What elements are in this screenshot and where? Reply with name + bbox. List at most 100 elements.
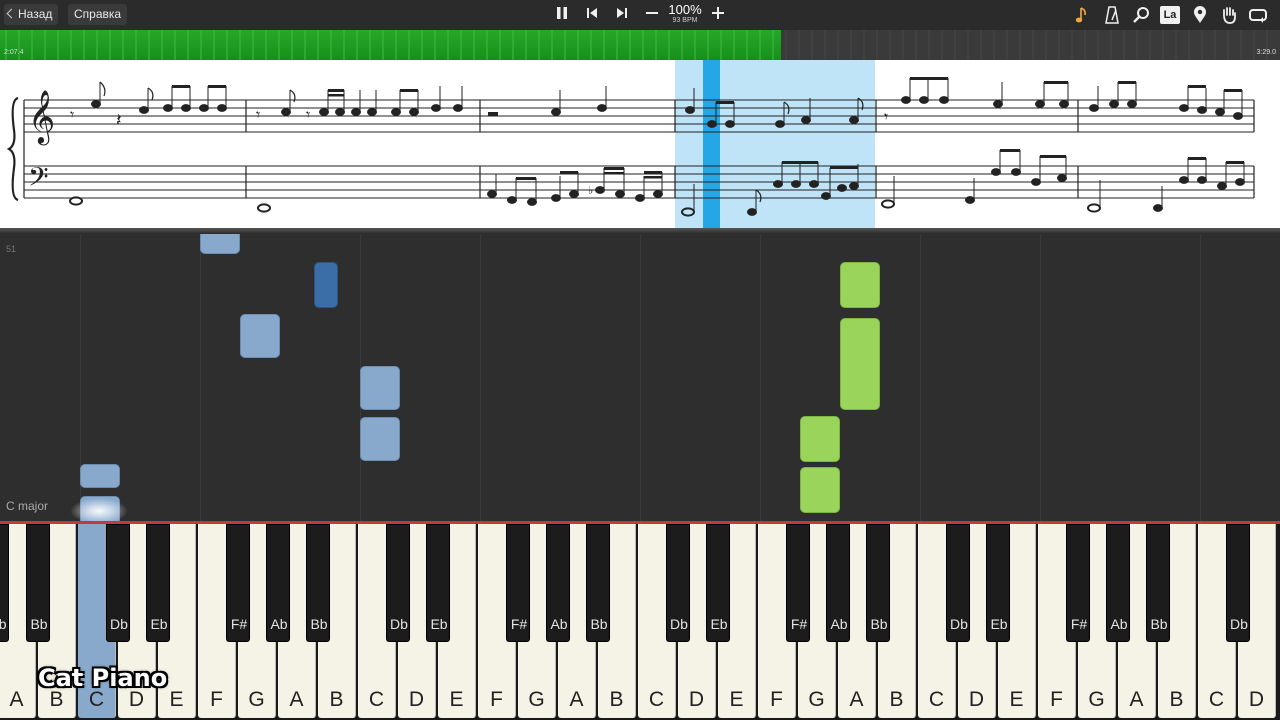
black-key[interactable]: Db [946,524,970,642]
black-key[interactable]: Eb [426,524,450,642]
black-key[interactable]: Bb [866,524,890,642]
black-key-label: Db [110,616,128,632]
black-key-label: Db [1230,616,1248,632]
elapsed-time: 2:07.4 [4,49,24,56]
svg-text:𝄾: 𝄾 [884,109,888,126]
svg-text:𝄾: 𝄾 [70,107,74,124]
back-button[interactable]: Назад [4,4,59,25]
magnifier-icon[interactable] [1131,6,1151,24]
loop-icon[interactable] [1248,6,1268,24]
black-key-label: Eb [710,616,728,632]
sheet-music[interactable]: 𝄞 𝄢 𝄾 𝄽 𝄾 𝄾 𝄾 ♭ [0,60,1280,230]
note-icon[interactable] [1072,6,1092,24]
pin-icon[interactable] [1190,6,1210,24]
black-key[interactable]: Eb [986,524,1010,642]
white-key-label: G [808,688,825,711]
black-key-label: Eb [990,616,1008,632]
black-key[interactable]: F# [226,524,250,642]
black-key[interactable]: Ab [826,524,850,642]
white-key-label: G [528,688,545,711]
black-key[interactable]: Db [666,524,690,642]
white-key-label: D [408,688,425,711]
white-key-label: B [1169,688,1184,711]
speed-percent: 100% [668,2,702,17]
black-key[interactable]: F# [1066,524,1090,642]
falling-note [800,467,840,513]
white-key-label: E [449,688,464,711]
label-icon[interactable]: La [1160,6,1180,24]
white-key-label: G [1088,688,1105,711]
hand-icon[interactable] [1219,6,1239,24]
progress-ticks-overlay [5,30,774,60]
falling-note [800,416,840,462]
toolbar: Назад Справка 100% 93 BPM La [0,0,1280,30]
black-key[interactable]: Eb [146,524,170,642]
black-key[interactable]: Ab [546,524,570,642]
white-key-label: F [1050,688,1063,711]
white-key-label: D [688,688,705,711]
falling-note [240,314,280,358]
plus-icon[interactable] [708,6,728,24]
minus-icon[interactable] [642,6,662,24]
black-key-label: Bb [30,616,48,632]
black-key[interactable]: Db [386,524,410,642]
white-key-label: B [329,688,344,711]
white-key-label: D [968,688,985,711]
black-key-label: Bb [590,616,608,632]
grid-line [640,234,641,522]
white-key-label: F [210,688,223,711]
black-key[interactable]: Ab [266,524,290,642]
metronome-icon[interactable] [1102,6,1122,24]
black-key[interactable]: F# [506,524,530,642]
black-key-label: Ab [830,616,848,632]
white-key-label: D [1248,688,1265,711]
black-key[interactable]: Ab [1106,524,1130,642]
progress-bar[interactable]: 2:07.4 3:29.0 [0,30,1280,60]
skip-back-icon[interactable] [582,6,602,24]
white-key-label: F [770,688,783,711]
black-key[interactable]: Bb [586,524,610,642]
falling-note [80,464,120,488]
black-key-label: Eb [430,616,448,632]
svg-text:𝄾: 𝄾 [306,107,310,124]
grid-line [1040,234,1041,522]
black-key[interactable]: Eb [706,524,730,642]
black-key[interactable]: Bb [0,524,9,642]
brace [6,96,19,202]
black-key[interactable]: Bb [306,524,330,642]
skip-forward-icon[interactable] [612,6,632,24]
black-key[interactable]: Db [1226,524,1250,642]
barlines [23,100,1255,198]
bass-staff [24,165,1254,199]
black-key-label: F# [510,616,528,632]
white-key-label: F [490,688,503,711]
grid-line [760,234,761,522]
piano-keyboard[interactable]: ABCDEFGABCDEFGABCDEFGABCDEFGABCDBbBbDbEb… [0,524,1280,720]
falling-note [840,318,880,410]
grid-line [1200,234,1201,522]
white-key-label: E [729,688,744,711]
white-key-label: B [609,688,624,711]
white-key-label: A [9,688,24,711]
white-key-label: E [1009,688,1024,711]
white-key-label: C [368,688,385,711]
bass-clef: 𝄢 [28,161,49,199]
help-button[interactable]: Справка [68,4,128,25]
black-key-label: F# [1070,616,1088,632]
falling-note [840,262,880,308]
black-key[interactable]: Db [106,524,130,642]
black-key[interactable]: Bb [1146,524,1170,642]
black-key-label: Ab [550,616,568,632]
black-key[interactable]: Bb [26,524,50,642]
black-key[interactable]: F# [786,524,810,642]
pause-icon[interactable] [552,6,572,24]
black-key-label: Db [670,616,688,632]
tempo-label: 93 BPM [672,17,698,24]
falling-note [314,262,338,308]
white-key-label: A [849,688,864,711]
black-key-label: Bb [870,616,888,632]
channel-watermark: Cat Piano [38,664,168,692]
white-key-label: G [248,688,265,711]
black-key-label: Ab [270,616,288,632]
white-key-label: A [1129,688,1144,711]
